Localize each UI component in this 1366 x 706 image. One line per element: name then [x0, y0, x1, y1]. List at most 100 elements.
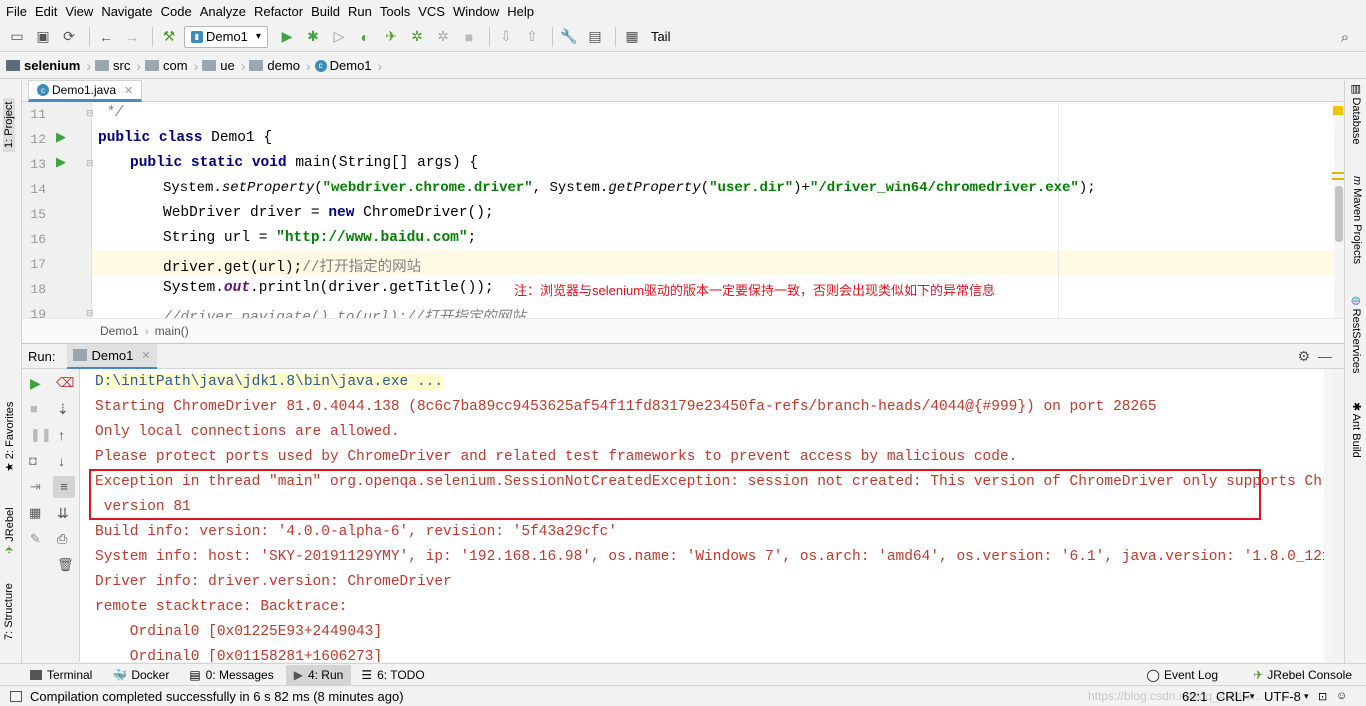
build-hammer-icon[interactable]: ⚒ — [158, 26, 180, 48]
stop-icon[interactable]: ■ — [30, 401, 38, 416]
left-tool-strip: 1: Project ★ 2: Favorites ✈ JRebel 7: St… — [0, 80, 22, 663]
pause-icon[interactable]: ❚❚ — [30, 427, 52, 443]
lock-icon[interactable]: ⊡ — [1318, 690, 1327, 703]
menu-window[interactable]: Window — [451, 4, 505, 19]
rerun-icon[interactable]: ▶ — [30, 375, 41, 392]
tab-demo1-java[interactable]: c Demo1.java ✕ — [28, 80, 143, 102]
run-config-select[interactable]: ▮ Demo1 ▾ — [184, 25, 268, 48]
update-project-icon[interactable]: ⇩ — [495, 26, 517, 48]
code-editor[interactable]: 11 12 13 14 15 16 17 18 19 ▶ ▶ ⊟ ⊟ ⊟ */ … — [22, 102, 1344, 318]
tail-label[interactable]: Tail — [651, 29, 671, 44]
code-text: ); — [1078, 180, 1096, 196]
arrow-up-icon[interactable]: ↑ — [58, 427, 65, 443]
menu-vcs[interactable]: VCS — [416, 4, 451, 19]
menu-file[interactable]: File — [4, 4, 33, 19]
back-arrow-icon[interactable]: ← — [95, 26, 117, 48]
breadcrumb-item-demo1[interactable]: c Demo1 › — [314, 58, 387, 74]
save-icon[interactable]: ▣ — [32, 26, 54, 48]
open-folder-icon[interactable]: ▭ — [6, 26, 28, 48]
run-icon[interactable]: ▶ — [276, 26, 298, 48]
close-icon[interactable]: ✕ — [141, 349, 150, 362]
warning-stripe — [1332, 172, 1344, 174]
tool-tab-todo[interactable]: ☰ 6: TODO — [361, 668, 424, 682]
trash-icon[interactable]: 🗑 — [57, 557, 74, 573]
tail-icon[interactable]: ▦ — [621, 26, 643, 48]
breadcrumb-label: Demo1 — [329, 58, 372, 73]
search-icon[interactable]: ⌕ — [1334, 26, 1356, 48]
tool-tab-favorites[interactable]: ★ 2: Favorites — [3, 402, 16, 472]
attach-debugger-icon[interactable]: ✲ — [432, 26, 454, 48]
jrebel-debug-icon[interactable]: ✲ — [406, 26, 428, 48]
editor-breadcrumb-method[interactable]: main() — [155, 324, 189, 338]
soft-wrap-icon[interactable]: ≡ — [53, 476, 75, 498]
editor-breadcrumb-class[interactable]: Demo1 — [100, 324, 139, 338]
jrebel-run-icon[interactable]: ✈ — [380, 26, 402, 48]
tool-tab-terminal[interactable]: Terminal — [30, 668, 92, 682]
console-output[interactable]: D:\initPath\java\jdk1.8\bin\java.exe ...… — [80, 369, 1334, 662]
arrow-down-icon[interactable]: ↓ — [58, 453, 65, 469]
push-icon[interactable]: ⇧ — [521, 26, 543, 48]
run-coverage-icon[interactable]: ▷ — [328, 26, 350, 48]
print-icon[interactable]: ⎙ — [57, 531, 67, 547]
tool-tab-project[interactable]: 1: Project — [3, 97, 15, 152]
scrollbar-thumb[interactable] — [1335, 186, 1343, 242]
sort-down-icon[interactable]: ⇣ — [57, 401, 69, 418]
fold-icon[interactable]: ⊟ — [86, 108, 94, 119]
tool-tab-structure[interactable]: 7: Structure — [3, 583, 15, 640]
tool-tab-jrebel-console[interactable]: ✈ JRebel Console — [1253, 668, 1352, 682]
tool-tab-run[interactable]: ▶ 4: Run — [285, 664, 352, 685]
console-scrollbar[interactable] — [1324, 369, 1334, 662]
debug-icon[interactable]: ✱ — [302, 26, 324, 48]
clear-console-icon[interactable]: ⌫ — [56, 375, 74, 391]
menu-edit[interactable]: Edit — [33, 4, 63, 19]
layout-icon[interactable]: ▦ — [29, 505, 41, 521]
inspector-icon[interactable]: ☺ — [1336, 690, 1347, 702]
tool-tab-docker[interactable]: 🐳 Docker — [112, 668, 169, 682]
breadcrumb-item-project[interactable]: selenium › — [6, 58, 95, 74]
profile-icon[interactable]: ◐ — [354, 26, 376, 48]
gear-icon[interactable]: ⚙ — [1297, 348, 1310, 365]
forward-arrow-icon[interactable]: → — [121, 26, 143, 48]
camera-icon[interactable]: ◘ — [29, 453, 37, 468]
tool-tab-jrebel[interactable]: ✈ JRebel — [3, 507, 16, 554]
stop-icon[interactable]: ■ — [458, 26, 480, 48]
breadcrumb-item-demo[interactable]: demo › — [249, 58, 314, 74]
tool-tab-messages[interactable]: ▤ 0: Messages — [189, 668, 273, 682]
toolbar-divider — [614, 26, 616, 47]
run-gutter-icon[interactable]: ▶ — [56, 129, 66, 145]
menu-view[interactable]: View — [63, 4, 99, 19]
fold-icon[interactable]: ⊟ — [86, 308, 94, 318]
annotation-note: 注：浏览器与selenium驱动的版本一定要保持一致，否则会出现类似如下的异常信… — [514, 283, 996, 298]
tool-tab-ant[interactable]: ✱ Ant Build — [1350, 402, 1363, 458]
settings-wrench-icon[interactable]: 🔧 — [558, 26, 580, 48]
menu-build[interactable]: Build — [309, 4, 346, 19]
sync-icon[interactable]: ⟳ — [58, 26, 80, 48]
menu-help[interactable]: Help — [505, 4, 540, 19]
tool-tab-maven[interactable]: m Maven Projects — [1351, 176, 1363, 264]
menu-refactor[interactable]: Refactor — [252, 4, 309, 19]
run-gutter-icon[interactable]: ▶ — [56, 154, 66, 170]
breadcrumb-item-ue[interactable]: ue › — [202, 58, 249, 74]
close-icon[interactable]: ✕ — [124, 84, 133, 97]
breadcrumb-item-src[interactable]: src › — [95, 58, 145, 74]
status-panel-icon[interactable] — [10, 690, 22, 702]
file-encoding[interactable]: UTF-8 — [1264, 689, 1301, 704]
fold-icon[interactable]: ⊟ — [86, 158, 94, 169]
tool-tab-restservices[interactable]: ◍ RestServices — [1350, 296, 1363, 373]
tool-tab-database[interactable]: ▤ Database — [1350, 84, 1363, 145]
menu-analyze[interactable]: Analyze — [198, 4, 252, 19]
pin-icon[interactable]: ✎ — [30, 531, 41, 547]
menu-navigate[interactable]: Navigate — [99, 4, 158, 19]
scroll-to-end-icon[interactable]: ⇊ — [57, 505, 69, 522]
menu-code[interactable]: Code — [159, 4, 198, 19]
minimize-icon[interactable]: — — [1318, 348, 1332, 364]
menu-run[interactable]: Run — [346, 4, 378, 19]
restore-layout-icon[interactable]: ⇥ — [30, 479, 41, 495]
breadcrumb-item-com[interactable]: com › — [145, 58, 202, 74]
tool-tab-event-log[interactable]: ◯ Event Log — [1147, 668, 1218, 682]
tab-run-demo1[interactable]: Demo1 ✕ — [67, 343, 157, 369]
project-structure-icon[interactable]: ▤ — [584, 26, 606, 48]
line-separator[interactable]: CRLF — [1216, 689, 1250, 704]
menu-tools[interactable]: Tools — [378, 4, 416, 19]
caret-position[interactable]: 62:1 — [1182, 689, 1207, 704]
